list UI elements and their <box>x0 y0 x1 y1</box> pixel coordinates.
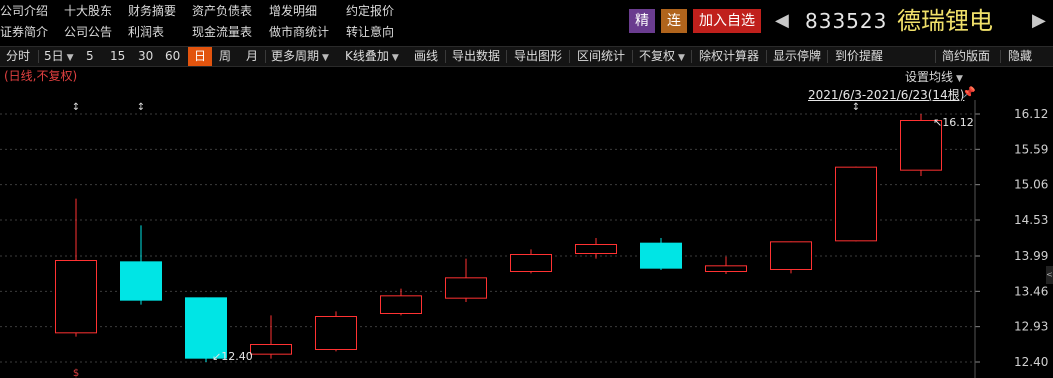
lian-button[interactable]: 连 <box>661 9 687 33</box>
event-marker-icon: ↕ <box>137 102 145 113</box>
divider <box>569 50 570 63</box>
menu-financial-summary[interactable]: 财务摘要 <box>128 3 176 19</box>
event-marker-icon: ↕ <box>72 102 80 113</box>
candle-body <box>770 241 812 270</box>
menu-agreed-quote[interactable]: 约定报价 <box>346 3 394 19</box>
adjust-label: 不复权 <box>639 49 676 63</box>
y-tick-label: 15.59 <box>1014 142 1048 156</box>
chevron-down-icon: ▼ <box>66 53 74 63</box>
divider <box>691 50 692 63</box>
divider <box>265 50 266 63</box>
set-ma-label: 设置均线 <box>905 70 954 84</box>
menu-market-maker-stats[interactable]: 做市商统计 <box>269 24 329 40</box>
draw-line-button[interactable]: 画线 <box>414 47 438 66</box>
menu-company-intro[interactable]: 公司介绍 <box>0 3 48 19</box>
divider <box>1000 50 1001 63</box>
k-overlay-label: K线叠加 <box>345 49 389 63</box>
y-tick-label: 12.40 <box>1014 355 1048 369</box>
menu-cash-flow[interactable]: 现金流量表 <box>192 24 252 40</box>
stock-name: 德瑞锂电 <box>897 7 993 35</box>
tab-5day[interactable]: 5日 ▼ <box>44 47 74 66</box>
menu-top-shareholders[interactable]: 十大股东 <box>64 3 112 19</box>
candle-body <box>315 316 357 350</box>
prev-stock-icon[interactable]: ◀ <box>775 9 789 33</box>
more-periods-dropdown[interactable]: 更多周期 ▼ <box>271 47 329 66</box>
simple-layout-button[interactable]: 简约版面 <box>942 47 990 66</box>
menu-announcements[interactable]: 公司公告 <box>64 24 112 40</box>
candle-body <box>705 265 747 272</box>
period-note: (日线,不复权) <box>4 69 78 83</box>
menu-transfer-intent[interactable]: 转让意向 <box>346 24 394 40</box>
y-tick-label: 12.93 <box>1014 320 1048 334</box>
range-stats-button[interactable]: 区间统计 <box>577 47 625 66</box>
jing-button[interactable]: 精 <box>629 9 655 33</box>
candle-body <box>250 344 292 355</box>
tab-30min[interactable]: 30 <box>138 47 153 66</box>
show-suspended-button[interactable]: 显示停牌 <box>773 47 821 66</box>
y-tick-label: 14.53 <box>1014 213 1048 227</box>
candle-body <box>380 295 422 314</box>
candle-body <box>55 260 97 334</box>
candle-body <box>835 166 877 242</box>
y-tick-label: 13.99 <box>1014 249 1048 263</box>
info-menu: 公司介绍 十大股东 财务摘要 资产负债表 增发明细 约定报价 证券简介 公司公告… <box>0 0 640 44</box>
adjust-dropdown[interactable]: 不复权 ▼ <box>639 47 685 66</box>
y-tick-label: 16.12 <box>1014 107 1048 121</box>
chevron-down-icon: ▼ <box>322 53 329 63</box>
chevron-down-icon: ▼ <box>956 74 963 84</box>
candle-body <box>120 261 162 301</box>
divider <box>38 50 39 63</box>
hide-button[interactable]: 隐藏 <box>1008 47 1032 66</box>
divider <box>766 50 767 63</box>
tab-5min[interactable]: 5 <box>86 47 94 66</box>
candlestick-chart[interactable]: 16.12 15.59 15.06 14.53 13.99 13.46 12.93 12.40… <box>0 100 1053 378</box>
tab-monthly[interactable]: 月 <box>246 47 258 66</box>
high-price-label: ↖16.12 <box>933 116 974 129</box>
tab-weekly[interactable]: 周 <box>219 47 231 66</box>
export-data-button[interactable]: 导出数据 <box>452 47 500 66</box>
tab-5day-label: 5日 <box>44 49 64 63</box>
candle-body <box>445 277 487 299</box>
divider <box>935 50 936 63</box>
chevron-down-icon: ▼ <box>391 53 399 63</box>
k-overlay-dropdown[interactable]: K线叠加 ▼ <box>345 47 399 66</box>
next-stock-icon[interactable]: ▶ <box>1032 9 1046 33</box>
event-marker-icon: $ <box>73 368 79 378</box>
divider <box>632 50 633 63</box>
pin-icon[interactable]: 📌 <box>962 86 976 99</box>
chevron-down-icon: ▼ <box>678 53 685 63</box>
set-ma-button[interactable]: 设置均线 ▼ <box>905 70 963 86</box>
tab-intraday[interactable]: 分时 <box>6 47 30 66</box>
tab-daily[interactable]: 日 <box>188 47 212 66</box>
event-marker-icon: ↕ <box>852 102 860 113</box>
divider <box>506 50 507 63</box>
export-chart-button[interactable]: 导出图形 <box>514 47 562 66</box>
y-tick-label: 15.06 <box>1014 178 1048 192</box>
period-toolbar: 分时 5日 ▼ 5 15 30 60 日 周 月 更多周期 ▼ K线叠加 ▼ 画线 导… <box>0 46 1053 67</box>
divider <box>445 50 446 63</box>
more-periods-label: 更多周期 <box>271 49 320 63</box>
menu-issuance-detail[interactable]: 增发明细 <box>269 3 317 19</box>
candle-body <box>510 254 552 272</box>
tab-60min[interactable]: 60 <box>165 47 180 66</box>
candle-body <box>575 244 617 254</box>
stock-code: 833523 <box>805 9 888 33</box>
candle-body <box>640 242 682 269</box>
y-tick-label: 13.46 <box>1014 284 1048 298</box>
menu-security-brief[interactable]: 证券简介 <box>0 24 48 40</box>
divider <box>827 50 828 63</box>
tab-15min[interactable]: 15 <box>110 47 125 66</box>
menu-income-statement[interactable]: 利润表 <box>128 24 164 40</box>
add-watchlist-button[interactable]: 加入自选 <box>693 9 761 33</box>
menu-balance-sheet[interactable]: 资产负债表 <box>192 3 252 19</box>
ex-rights-calculator-button[interactable]: 除权计算器 <box>699 47 759 66</box>
low-price-label: ↙12.40 <box>212 350 253 363</box>
price-alert-button[interactable]: 到价提醒 <box>835 47 883 66</box>
